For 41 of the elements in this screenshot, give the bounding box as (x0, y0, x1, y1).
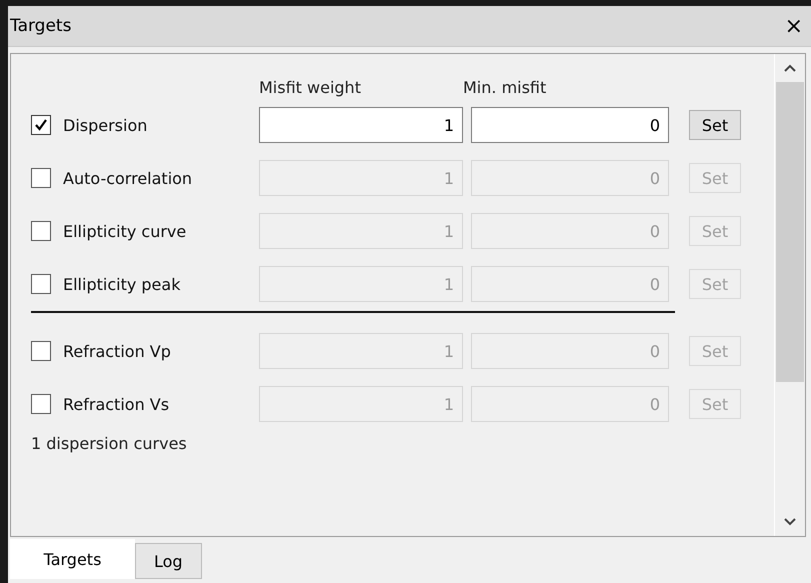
tab[interactable]: Log (135, 543, 202, 579)
column-header: Misfit weight (259, 78, 362, 96)
weight-field[interactable]: 1 (259, 213, 463, 249)
tab[interactable]: Targets (10, 539, 135, 579)
min-misfit-field[interactable]: 0 (471, 213, 669, 249)
window-title: Targets (10, 16, 72, 36)
weight-field[interactable]: 1 (259, 107, 463, 143)
set-button[interactable]: Set (689, 336, 741, 366)
set-button[interactable]: Set (689, 269, 741, 299)
min-misfit-field[interactable]: 0 (471, 333, 669, 369)
checkbox[interactable] (31, 168, 51, 188)
min-misfit-field[interactable]: 0 (471, 386, 669, 422)
checkbox[interactable] (31, 394, 51, 414)
min-misfit-field[interactable]: 0 (471, 107, 669, 143)
checkbox[interactable] (31, 341, 51, 361)
min-misfit-field[interactable]: 0 (471, 266, 669, 302)
set-button[interactable]: Set (689, 216, 741, 246)
checkbox-label: Dispersion (63, 116, 148, 134)
weight-field[interactable]: 1 (259, 386, 463, 422)
column-header: Min. misfit (463, 78, 546, 96)
checkbox-label: Auto-correlation (63, 168, 192, 188)
set-button[interactable]: Set (689, 110, 741, 140)
close-button[interactable]: × (780, 14, 807, 38)
set-button[interactable]: Set (689, 389, 741, 419)
min-misfit-field[interactable]: 0 (471, 160, 669, 196)
scroll-thumb[interactable] (776, 82, 804, 382)
scroll-down-icon[interactable] (784, 518, 796, 526)
weight-field[interactable]: 1 (259, 266, 463, 302)
checkbox[interactable] (31, 221, 51, 241)
scrollbar[interactable] (774, 54, 805, 536)
checkbox-label: Refraction Vs (63, 394, 170, 414)
checkbox-label: Refraction Vp (63, 342, 171, 360)
checkbox[interactable] (31, 115, 51, 135)
status-text: 1 dispersion curves (31, 434, 188, 453)
set-button[interactable]: Set (689, 163, 741, 193)
checkbox-label: Ellipticity peak (63, 274, 180, 294)
scroll-up-icon[interactable] (784, 64, 796, 72)
weight-field[interactable]: 1 (259, 160, 463, 196)
checkbox[interactable] (31, 274, 51, 294)
checkbox-label: Ellipticity curve (63, 222, 186, 240)
weight-field[interactable]: 1 (259, 333, 463, 369)
